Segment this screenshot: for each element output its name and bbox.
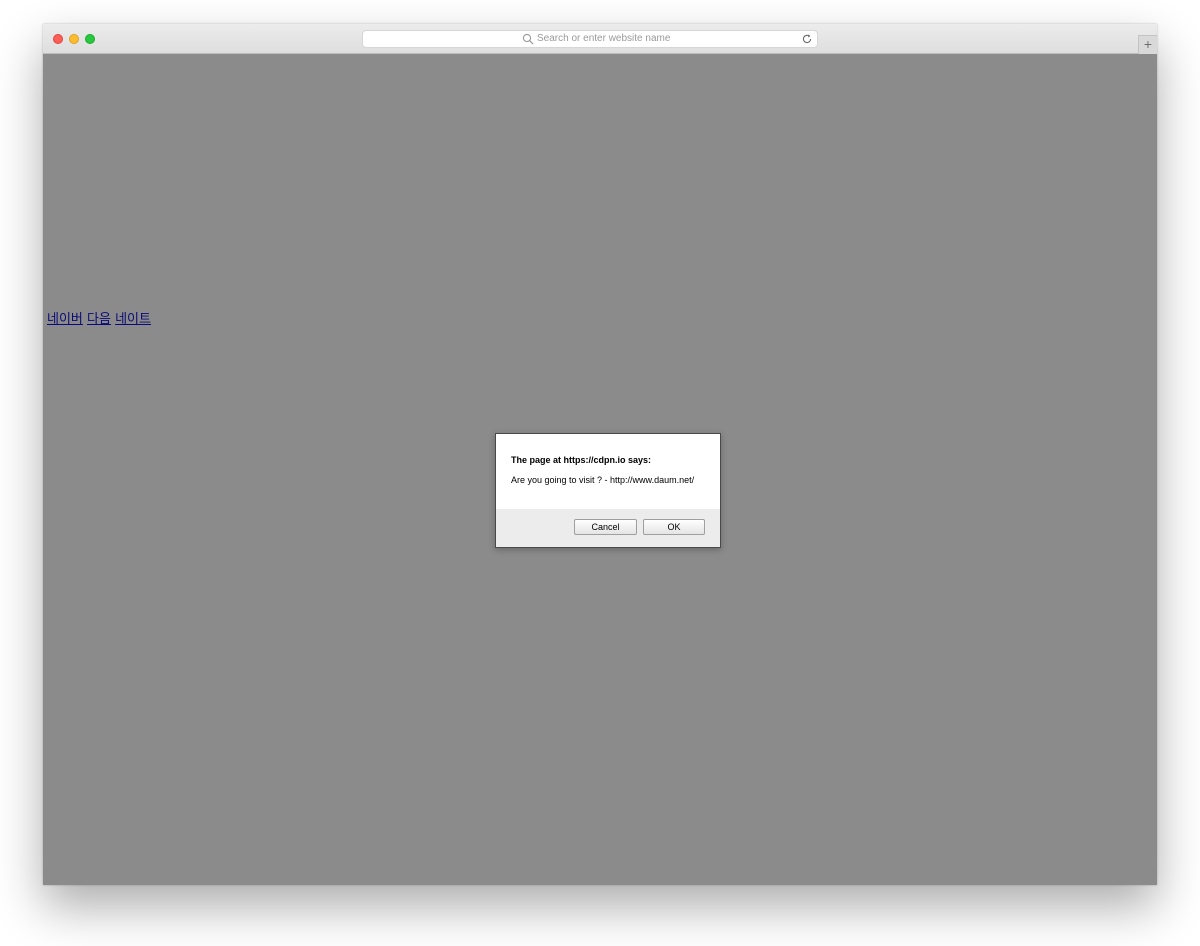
dialog-footer: Cancel OK <box>496 509 720 547</box>
page-content: 네이버 다음 네이트 The page at https://cdpn.io s… <box>43 54 1157 885</box>
dialog-message: Are you going to visit ? - http://www.da… <box>511 475 695 485</box>
cancel-button[interactable]: Cancel <box>574 519 637 535</box>
address-bar[interactable]: Search or enter website name <box>362 30 818 48</box>
new-tab-button[interactable]: + <box>1138 35 1157 54</box>
link-naver[interactable]: 네이버 <box>47 312 83 327</box>
reload-icon[interactable] <box>801 33 813 45</box>
browser-toolbar: Search or enter website name + <box>43 24 1157 54</box>
close-window-button[interactable] <box>53 34 63 44</box>
browser-window: Search or enter website name + 네이버 다음 네이… <box>43 24 1157 885</box>
confirm-dialog: The page at https://cdpn.io says: Are yo… <box>495 433 721 548</box>
link-nate[interactable]: 네이트 <box>115 312 151 327</box>
minimize-window-button[interactable] <box>69 34 79 44</box>
dialog-title: The page at https://cdpn.io says: <box>511 455 652 465</box>
ok-button[interactable]: OK <box>643 519 705 535</box>
link-daum[interactable]: 다음 <box>87 312 111 327</box>
search-icon <box>522 33 534 45</box>
address-placeholder: Search or enter website name <box>537 33 671 44</box>
maximize-window-button[interactable] <box>85 34 95 44</box>
link-list: 네이버 다음 네이트 <box>47 312 151 328</box>
